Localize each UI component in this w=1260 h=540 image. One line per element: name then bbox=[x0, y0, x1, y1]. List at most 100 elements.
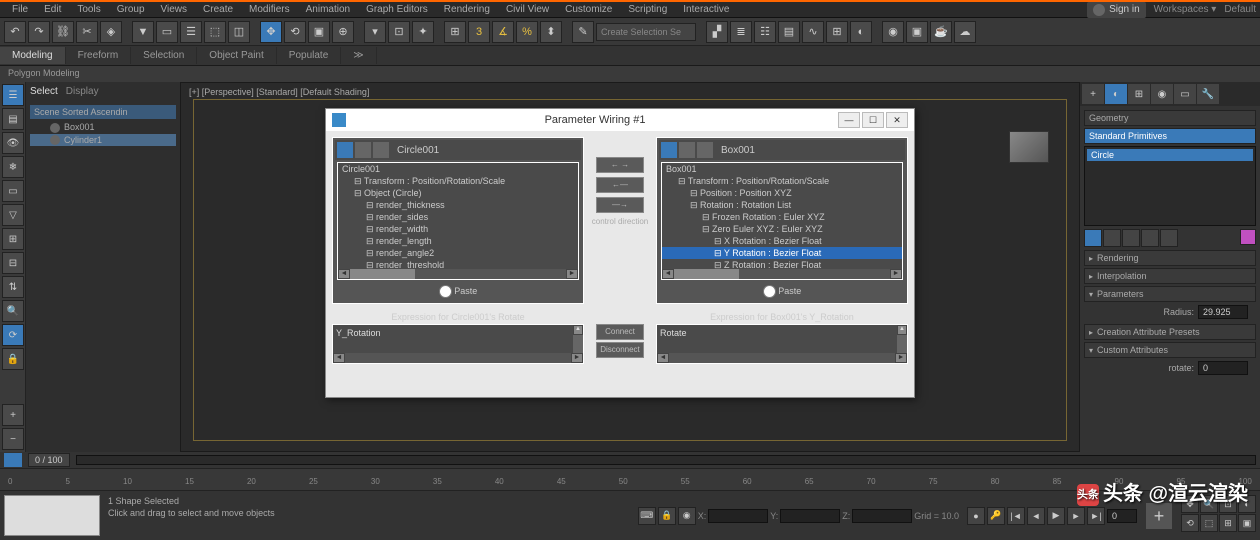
scroll-left-icon[interactable]: ◄ bbox=[333, 353, 345, 363]
scroll-left-icon[interactable]: ◄ bbox=[662, 269, 674, 279]
rollout-presets[interactable]: Creation Attribute Presets bbox=[1084, 324, 1256, 340]
radius-spinner[interactable] bbox=[1198, 305, 1248, 319]
ribbon-expand[interactable]: ≫ bbox=[341, 47, 376, 64]
setkey-button[interactable]: 🔑 bbox=[987, 507, 1005, 525]
next-frame-icon[interactable]: ►| bbox=[1087, 507, 1105, 525]
curve-editor-button[interactable]: ∿ bbox=[802, 21, 824, 43]
move-button[interactable]: ✥ bbox=[260, 21, 282, 43]
cmd-tab-display[interactable]: ▭ bbox=[1174, 84, 1196, 104]
tree-node[interactable]: ⊟ Rotation : Rotation List bbox=[662, 199, 902, 211]
connect-button[interactable]: Connect bbox=[596, 324, 644, 340]
scroll-right-icon[interactable]: ► bbox=[566, 269, 578, 279]
disconnect-button[interactable]: Disconnect bbox=[596, 342, 644, 358]
select-name-button[interactable]: ☰ bbox=[180, 21, 202, 43]
refresh-left-icon[interactable] bbox=[337, 142, 353, 158]
coord-x-field[interactable] bbox=[708, 509, 768, 523]
ribbon-objectpaint[interactable]: Object Paint bbox=[197, 47, 276, 64]
scroll-right-icon[interactable]: ► bbox=[890, 269, 902, 279]
remove-icon[interactable]: − bbox=[2, 428, 24, 450]
direction-left-button[interactable]: ←— bbox=[596, 177, 644, 193]
left-param-tree[interactable]: Circle001⊟ Transform : Position/Rotation… bbox=[337, 162, 579, 280]
ribbon-selection[interactable]: Selection bbox=[131, 47, 197, 64]
rollout-parameters[interactable]: Parameters bbox=[1084, 286, 1256, 302]
filter-icon[interactable]: ▽ bbox=[2, 204, 24, 226]
menu-edit[interactable]: Edit bbox=[36, 2, 69, 17]
maximize-viewport-icon[interactable]: ▣ bbox=[1238, 514, 1256, 532]
coord-z-field[interactable] bbox=[852, 509, 912, 523]
viewport-label[interactable]: [+] [Perspective] [Standard] [Default Sh… bbox=[189, 87, 369, 97]
placement-button[interactable]: ⊕ bbox=[332, 21, 354, 43]
menu-interactive[interactable]: Interactive bbox=[675, 2, 737, 17]
cmd-tab-create[interactable]: + bbox=[1082, 84, 1104, 104]
scroll-up-icon[interactable]: ▲ bbox=[897, 325, 907, 335]
scroll-left-icon[interactable]: ◄ bbox=[338, 269, 350, 279]
scene-explorer-icon[interactable]: ☰ bbox=[2, 84, 24, 106]
prev-key-icon[interactable]: ◄ bbox=[1027, 507, 1045, 525]
scroll-thumb[interactable] bbox=[350, 269, 415, 279]
menu-tools[interactable]: Tools bbox=[69, 2, 108, 17]
ribbon-freeform[interactable]: Freeform bbox=[66, 47, 132, 64]
custom-spinner[interactable] bbox=[1198, 361, 1248, 375]
pivot-button[interactable]: ⊡ bbox=[388, 21, 410, 43]
ribbon-modeling[interactable]: Modeling bbox=[0, 47, 66, 64]
tree-node[interactable]: ⊟ render_sides bbox=[338, 211, 578, 223]
lock-selection-icon[interactable]: 🔒 bbox=[658, 507, 676, 525]
select-filter[interactable]: ▼ bbox=[132, 21, 154, 43]
scroll-right-icon[interactable]: ► bbox=[895, 353, 907, 363]
menu-rendering[interactable]: Rendering bbox=[436, 2, 498, 17]
menu-customize[interactable]: Customize bbox=[557, 2, 620, 17]
display-icon[interactable]: 👁 bbox=[2, 132, 24, 154]
layer-explorer-icon[interactable]: ▤ bbox=[2, 108, 24, 130]
workspace-selector[interactable]: Workspaces ▾ bbox=[1154, 4, 1217, 15]
render-button[interactable]: ☕ bbox=[930, 21, 952, 43]
select-button[interactable]: ▭ bbox=[156, 21, 178, 43]
angle-snap-button[interactable]: ∡ bbox=[492, 21, 514, 43]
toggle-ribbon[interactable]: ▤ bbox=[778, 21, 800, 43]
undo-button[interactable]: ↶ bbox=[4, 21, 26, 43]
rollout-rendering[interactable]: Rendering bbox=[1084, 250, 1256, 266]
named-sel-edit[interactable]: ✎ bbox=[572, 21, 594, 43]
tree-node[interactable]: ⊟ Position : Position XYZ bbox=[662, 187, 902, 199]
tree-node[interactable]: ⊟ Zero Euler XYZ : Euler XYZ bbox=[662, 223, 902, 235]
workspace-default[interactable]: Default bbox=[1224, 4, 1256, 15]
show-right-icon[interactable] bbox=[697, 142, 713, 158]
window-toggle[interactable]: ◫ bbox=[228, 21, 250, 43]
tree-node[interactable]: Box001 bbox=[662, 163, 902, 175]
modifier-listbox[interactable]: Circle bbox=[1084, 146, 1256, 226]
unlink-button[interactable]: ✂ bbox=[76, 21, 98, 43]
manip-button[interactable]: ✦ bbox=[412, 21, 434, 43]
play-icon[interactable]: ▶ bbox=[1047, 507, 1065, 525]
next-key-icon[interactable]: ► bbox=[1067, 507, 1085, 525]
sort-icon[interactable]: ⇅ bbox=[2, 276, 24, 298]
tree-node[interactable]: ⊟ Transform : Position/Rotation/Scale bbox=[338, 175, 578, 187]
scroll-right-icon[interactable]: ► bbox=[571, 353, 583, 363]
expr-left-input[interactable]: Y_Rotation ▲ ◄► bbox=[332, 324, 584, 364]
zoom-all-icon[interactable]: ⊞ bbox=[1219, 514, 1237, 532]
render-online-button[interactable]: ☁ bbox=[954, 21, 976, 43]
refcoord-dropdown[interactable]: ▾ bbox=[364, 21, 386, 43]
prev-frame-icon[interactable]: |◄ bbox=[1007, 507, 1025, 525]
ribbon-populate[interactable]: Populate bbox=[277, 47, 341, 64]
menu-create[interactable]: Create bbox=[195, 2, 241, 17]
cmd-tab-utilities[interactable]: 🔧 bbox=[1197, 84, 1219, 104]
signin-button[interactable]: Sign in bbox=[1087, 2, 1146, 18]
menu-views[interactable]: Views bbox=[153, 2, 196, 17]
rollout-custom-attrs[interactable]: Custom Attributes bbox=[1084, 342, 1256, 358]
menu-group[interactable]: Group bbox=[109, 2, 153, 17]
tree-node[interactable]: Circle001 bbox=[338, 163, 578, 175]
add-icon[interactable]: + bbox=[2, 404, 24, 426]
isolate-icon[interactable]: ◉ bbox=[678, 507, 696, 525]
scene-tab-display[interactable]: Display bbox=[66, 86, 99, 97]
direction-both-button[interactable]: ← → bbox=[596, 157, 644, 173]
timeline-play-icon[interactable] bbox=[4, 453, 22, 467]
spinner-snap-button[interactable]: ⬍ bbox=[540, 21, 562, 43]
menu-modifiers[interactable]: Modifiers bbox=[241, 2, 298, 17]
sync-icon[interactable]: ⟳ bbox=[2, 324, 24, 346]
remove-mod-icon[interactable] bbox=[1141, 229, 1159, 247]
scene-item[interactable]: Cylinder1 bbox=[30, 134, 176, 147]
rotate-button[interactable]: ⟲ bbox=[284, 21, 306, 43]
viewcube-icon[interactable] bbox=[1009, 131, 1049, 163]
tree-node[interactable]: ⊟ Frozen Rotation : Euler XYZ bbox=[662, 211, 902, 223]
menu-animation[interactable]: Animation bbox=[298, 2, 358, 17]
mirror-button[interactable]: ▞ bbox=[706, 21, 728, 43]
